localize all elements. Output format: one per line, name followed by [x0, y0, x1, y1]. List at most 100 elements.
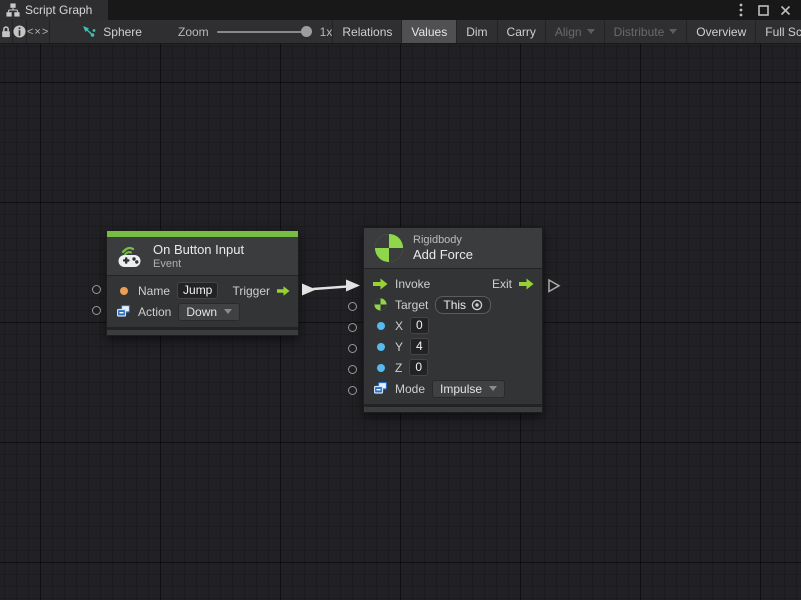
kebab-menu-icon[interactable] [733, 2, 749, 18]
graph-hierarchy-icon [6, 3, 20, 17]
code-icon: <×> [27, 26, 49, 38]
fullscreen-button[interactable]: Full Screen [755, 20, 801, 43]
action-port-circle[interactable] [92, 306, 101, 315]
tab-script-graph[interactable]: Script Graph [0, 0, 108, 20]
target-port-circle[interactable] [348, 302, 357, 311]
dropdown-caret-icon [224, 309, 232, 314]
breadcrumb[interactable]: Sphere [72, 20, 152, 43]
maximize-icon[interactable] [755, 2, 771, 18]
zoom-value: 1x [320, 25, 333, 39]
mode-dropdown[interactable]: Impulse [432, 380, 505, 398]
exit-port-triangle-icon[interactable] [549, 280, 559, 292]
dim-label: Dim [466, 25, 487, 39]
add-force-node-titles: Rigidbody Add Force [413, 234, 473, 262]
x-port-row: X 0 [364, 315, 542, 336]
align-button[interactable]: Align [545, 20, 604, 43]
mode-enum-icon[interactable] [373, 382, 388, 395]
chevron-down-icon [587, 29, 595, 34]
lock-icon [0, 25, 12, 38]
carry-label: Carry [507, 25, 536, 39]
action-dropdown-value: Down [186, 305, 217, 319]
distribute-label: Distribute [614, 25, 665, 39]
trigger-flow-arrow-icon[interactable] [277, 285, 290, 297]
breadcrumb-label: Sphere [103, 25, 142, 39]
event-node-header[interactable]: On Button Input Event [107, 237, 298, 275]
action-enum-icon[interactable] [116, 305, 131, 318]
event-node[interactable]: On Button Input Event Name Jump Trigger [106, 230, 299, 336]
target-port-label: Target [395, 298, 428, 312]
event-node-subtitle: Event [153, 258, 244, 270]
event-node-title: On Button Input [153, 242, 244, 257]
distribute-button[interactable]: Distribute [604, 20, 687, 43]
relations-button[interactable]: Relations [332, 20, 401, 43]
y-port-circle[interactable] [348, 344, 357, 353]
rigidbody-icon [374, 233, 404, 263]
x-input[interactable]: 0 [410, 317, 429, 334]
x-port-circle[interactable] [348, 323, 357, 332]
overview-label: Overview [696, 25, 746, 39]
code-view-button[interactable]: <×> [27, 20, 50, 43]
invoke-flow-arrow-icon[interactable] [373, 278, 388, 290]
tab-title: Script Graph [25, 3, 92, 17]
exit-port-label: Exit [492, 277, 512, 291]
event-node-titles: On Button Input Event [153, 242, 244, 270]
zoom-label: Zoom [178, 25, 209, 39]
action-dropdown[interactable]: Down [178, 303, 240, 321]
add-force-node[interactable]: Rigidbody Add Force Invoke Exit [363, 227, 543, 413]
graph-toolbar: <×> Sphere Zoom 1x Relations Values Dim … [0, 20, 801, 44]
chevron-down-icon [669, 29, 677, 34]
object-picker-icon[interactable] [471, 299, 483, 311]
close-icon[interactable] [777, 2, 793, 18]
trigger-port-label: Trigger [232, 284, 270, 298]
x-port-dot-icon[interactable] [377, 322, 385, 330]
invoke-port-row: Invoke Exit [364, 273, 542, 294]
zoom-control: Zoom 1x [178, 20, 332, 43]
exit-flow-arrow-icon[interactable] [519, 278, 534, 290]
align-label: Align [555, 25, 582, 39]
fullscreen-label: Full Screen [765, 25, 801, 39]
mode-dropdown-value: Impulse [440, 382, 482, 396]
add-force-node-header[interactable]: Rigidbody Add Force [364, 228, 542, 268]
gamepad-icon [117, 244, 144, 268]
add-force-node-footer [364, 404, 542, 412]
target-type-icon[interactable] [373, 298, 388, 311]
invoke-port-label: Invoke [395, 277, 430, 291]
event-node-footer [107, 327, 298, 335]
y-input[interactable]: 4 [410, 338, 429, 355]
connection-wire[interactable] [302, 280, 360, 296]
action-port-row: Action Down [107, 301, 298, 322]
toolbar-buttons: Relations Values Dim Carry Align Distrib… [332, 20, 801, 43]
values-button[interactable]: Values [401, 20, 456, 43]
name-port-row: Name Jump Trigger [107, 280, 298, 301]
carry-button[interactable]: Carry [497, 20, 545, 43]
y-port-label: Y [395, 340, 403, 354]
target-object-value: This [443, 298, 466, 312]
y-port-dot-icon[interactable] [377, 343, 385, 351]
y-port-row: Y 4 [364, 336, 542, 357]
tab-bar-spacer [108, 0, 733, 20]
values-label: Values [411, 25, 447, 39]
name-port-circle[interactable] [92, 285, 101, 294]
dim-button[interactable]: Dim [456, 20, 496, 43]
info-button[interactable] [13, 20, 27, 43]
script-graph-asset-icon [82, 25, 96, 39]
x-port-label: X [395, 319, 403, 333]
zoom-slider-thumb[interactable] [301, 26, 312, 37]
name-input[interactable]: Jump [177, 282, 218, 299]
z-port-circle[interactable] [348, 365, 357, 374]
relations-label: Relations [342, 25, 392, 39]
graph-canvas[interactable]: On Button Input Event Name Jump Trigger [0, 44, 801, 600]
z-port-dot-icon[interactable] [377, 364, 385, 372]
add-force-category: Rigidbody [413, 234, 473, 246]
mode-port-circle[interactable] [348, 386, 357, 395]
target-object-field[interactable]: This [435, 296, 491, 314]
tab-bar: Script Graph [0, 0, 801, 20]
name-port-dot-icon[interactable] [120, 287, 128, 295]
z-port-label: Z [395, 361, 402, 375]
mode-port-row: Mode Impulse [364, 378, 542, 399]
lock-button[interactable] [0, 20, 13, 43]
z-input[interactable]: 0 [409, 359, 428, 376]
zoom-slider[interactable] [217, 31, 312, 33]
window-controls [733, 0, 801, 20]
overview-button[interactable]: Overview [686, 20, 755, 43]
